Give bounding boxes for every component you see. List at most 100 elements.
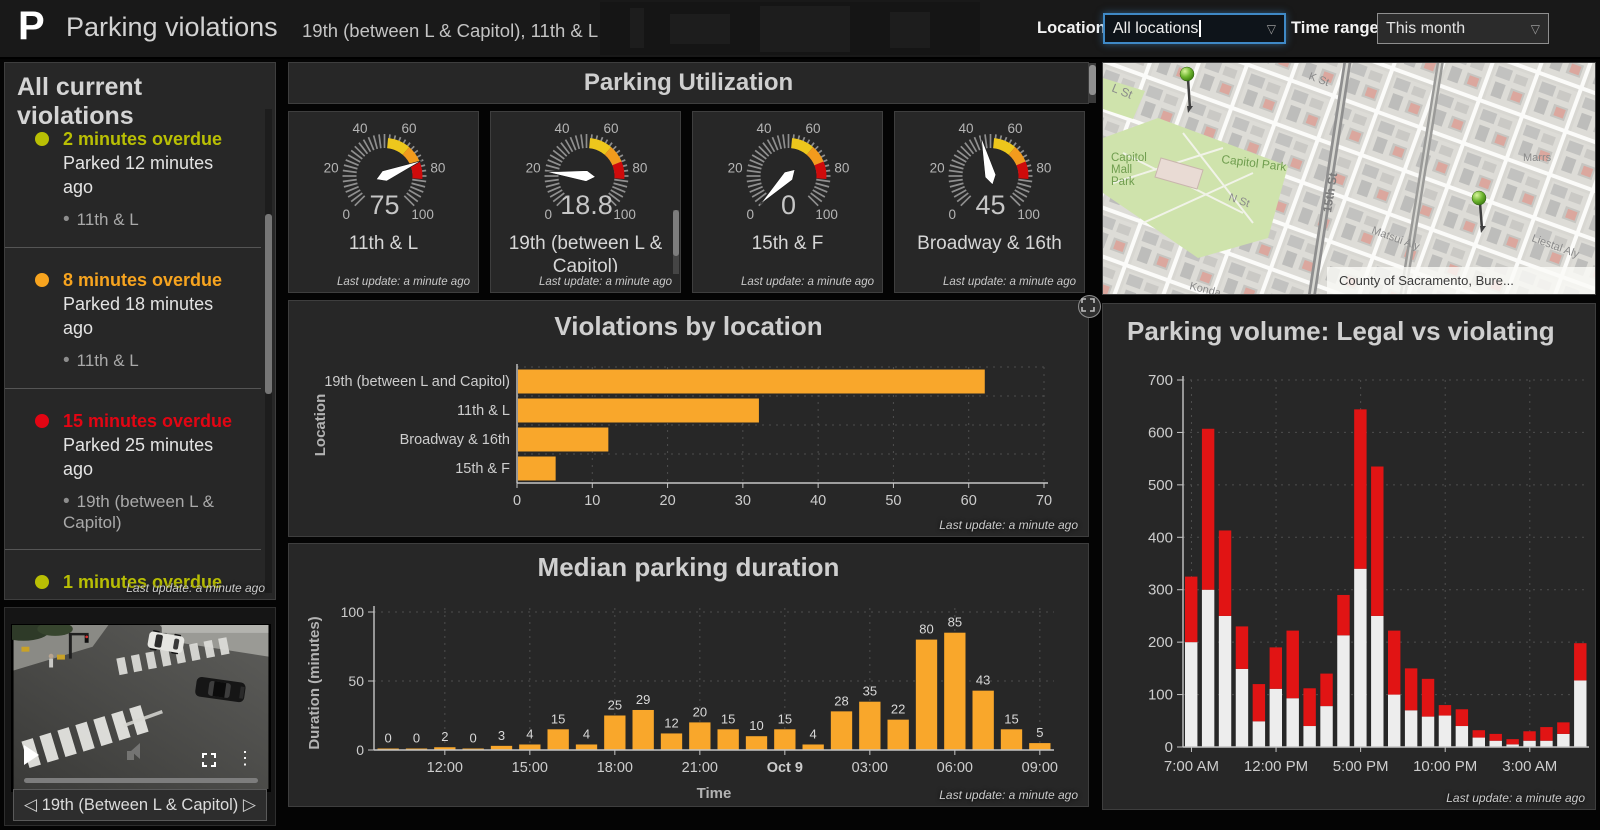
svg-text:43: 43: [976, 673, 990, 688]
violations-by-location-panel: Violations by location 01020304050607019…: [288, 300, 1089, 537]
violation-location: •11th & L: [63, 350, 223, 372]
svg-text:80: 80: [834, 161, 849, 176]
dashboard: P Parking violations 19th (between L & C…: [0, 0, 1600, 830]
gauge-card: 0204060801007511th & LLast update: a min…: [288, 111, 479, 293]
prev-camera-button[interactable]: ◁: [24, 795, 37, 815]
last-update: Last update: a minute ago: [943, 276, 1076, 288]
svg-text:85: 85: [948, 615, 962, 630]
chevron-down-icon: ▽: [1267, 22, 1276, 36]
svg-text:80: 80: [1036, 161, 1051, 176]
svg-text:20: 20: [660, 493, 676, 509]
violation-parked: Parked 18 minutes ago: [63, 292, 223, 340]
chart-title: Parking volume: Legal vs violating: [1127, 316, 1555, 347]
location-select[interactable]: All locations ▽: [1103, 13, 1286, 44]
violation-list-item[interactable]: 15 minutes overdue Parked 25 minutes ago…: [5, 388, 261, 549]
svg-text:25: 25: [608, 698, 622, 713]
camera-selector: ◁ 19th (Between L & Capitol) ▷: [13, 789, 267, 821]
svg-text:20: 20: [324, 161, 339, 176]
violations-list[interactable]: 2 minutes overdue Parked 12 minutes ago …: [5, 107, 261, 599]
camera-name: 19th (Between L & Capitol): [37, 796, 243, 815]
fullscreen-button[interactable]: [202, 753, 216, 767]
play-button[interactable]: [24, 745, 39, 765]
map-svg: K St L St CapitolMallPark Capitol Park N…: [1103, 63, 1595, 294]
video-progress-bar[interactable]: [24, 778, 258, 783]
violation-list-item[interactable]: 8 minutes overdue Parked 18 minutes ago …: [5, 247, 261, 388]
svg-text:0: 0: [356, 742, 364, 758]
svg-text:18.8: 18.8: [560, 190, 613, 220]
severity-dot-icon: [35, 414, 49, 428]
location-value: All locations: [1113, 20, 1198, 38]
svg-text:5:00 PM: 5:00 PM: [1333, 758, 1389, 775]
severity-dot-icon: [35, 575, 49, 589]
svg-text:40: 40: [756, 121, 771, 136]
map[interactable]: K St L St CapitolMallPark Capitol Park N…: [1102, 62, 1596, 295]
gauge-card: 02040608010018.819th (between L & Capito…: [490, 111, 681, 293]
time-range-value: This month: [1386, 20, 1465, 38]
svg-text:12: 12: [664, 715, 678, 730]
median-duration-panel: Median parking duration 0020341542529122…: [288, 543, 1089, 807]
utilization-title: Parking Utilization: [289, 63, 1088, 103]
svg-text:80: 80: [430, 161, 445, 176]
svg-text:0: 0: [949, 207, 957, 222]
svg-text:100: 100: [613, 207, 636, 222]
svg-text:18:00: 18:00: [597, 760, 633, 776]
svg-text:5: 5: [1036, 725, 1043, 740]
time-range-select[interactable]: This month ▽: [1377, 13, 1549, 44]
svg-text:40: 40: [810, 493, 826, 509]
last-update: Last update: a minute ago: [539, 276, 672, 288]
svg-text:15: 15: [1004, 711, 1018, 726]
svg-text:7:00 AM: 7:00 AM: [1164, 758, 1219, 775]
violations-scrollbar[interactable]: [265, 109, 272, 593]
svg-text:500: 500: [1148, 477, 1173, 494]
svg-text:10: 10: [584, 493, 600, 509]
gauge-dial: 02040608010018.8: [491, 112, 682, 230]
svg-text:3: 3: [498, 728, 505, 743]
violations-by-location-chart: 01020304050607019th (between L and Capit…: [289, 357, 1088, 527]
parking-volume-panel: Parking volume: Legal vs violating 01002…: [1102, 303, 1596, 810]
svg-text:60: 60: [805, 121, 820, 136]
next-camera-button[interactable]: ▷: [243, 795, 256, 815]
more-options-icon[interactable]: ⋮: [236, 748, 254, 769]
svg-text:21:00: 21:00: [682, 760, 718, 776]
svg-text:20: 20: [693, 704, 707, 719]
svg-text:11th & L: 11th & L: [457, 403, 510, 419]
volume-muted-icon[interactable]: [127, 747, 134, 765]
page-title: Parking violations: [66, 12, 278, 43]
svg-text:600: 600: [1148, 424, 1173, 441]
violation-location: •11th & L: [63, 209, 223, 231]
svg-text:0: 0: [513, 493, 521, 509]
svg-text:15: 15: [721, 711, 735, 726]
svg-text:4: 4: [583, 726, 590, 741]
svg-text:2: 2: [441, 729, 448, 744]
utilization-scrollbar[interactable]: [1089, 63, 1096, 103]
violation-overdue: 15 minutes overdue: [63, 409, 253, 433]
svg-text:100: 100: [411, 207, 434, 222]
video-player[interactable]: ⋮: [11, 624, 271, 792]
expand-button[interactable]: [1078, 295, 1101, 318]
svg-text:400: 400: [1148, 529, 1173, 546]
svg-text:0: 0: [470, 731, 477, 746]
location-label: Location: [1037, 19, 1106, 38]
svg-text:40: 40: [352, 121, 367, 136]
svg-text:Oct 9: Oct 9: [767, 760, 803, 776]
violation-overdue: 2 minutes overdue: [63, 127, 223, 151]
svg-text:60: 60: [401, 121, 416, 136]
svg-text:80: 80: [632, 161, 647, 176]
svg-text:60: 60: [1007, 121, 1022, 136]
bullet-icon: •: [63, 209, 70, 230]
svg-text:22: 22: [891, 702, 905, 717]
severity-dot-icon: [35, 273, 49, 287]
violation-list-item[interactable]: 2 minutes overdue Parked 12 minutes ago …: [5, 107, 261, 247]
svg-text:20: 20: [930, 161, 945, 176]
svg-text:100: 100: [1017, 207, 1040, 222]
gauge-card-scrollbar[interactable]: [673, 210, 679, 274]
svg-text:0: 0: [545, 207, 553, 222]
svg-text:15: 15: [551, 711, 565, 726]
bullet-icon: •: [63, 491, 70, 512]
svg-text:0: 0: [781, 190, 796, 220]
svg-text:50: 50: [348, 673, 364, 689]
last-update: Last update: a minute ago: [1446, 791, 1585, 805]
svg-text:0: 0: [1165, 739, 1173, 756]
svg-text:0: 0: [747, 207, 755, 222]
last-update: Last update: a minute ago: [741, 276, 874, 288]
